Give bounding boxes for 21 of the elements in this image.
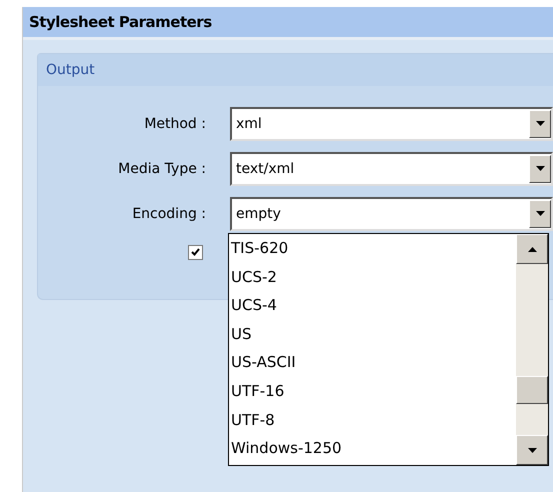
list-item[interactable]: US-ASCII [231, 348, 516, 377]
group-title: Output [46, 62, 95, 78]
list-item[interactable]: UTF-8 [231, 406, 516, 434]
panel-title: Stylesheet Parameters [23, 7, 553, 37]
scrollbar-thumb[interactable] [516, 376, 548, 404]
scroll-down-icon[interactable] [516, 435, 548, 465]
dropdown-field[interactable]: text/xml [230, 152, 553, 186]
list-item[interactable]: UCS-4 [231, 291, 516, 320]
checkbox[interactable] [188, 245, 203, 260]
field-label: Method : [143, 116, 207, 132]
list-item[interactable]: TIS-620 [231, 234, 516, 263]
check-icon [191, 248, 200, 257]
scroll-up-icon[interactable] [516, 234, 548, 264]
dropdown-field[interactable]: xml [230, 106, 553, 140]
dropdown-field[interactable]: empty [230, 196, 553, 230]
list-item[interactable]: Windows-1250 [231, 434, 516, 463]
field-label: Media Type : [117, 160, 207, 176]
list-item[interactable]: US [231, 320, 516, 348]
field-label: Encoding : [131, 206, 207, 222]
list-item[interactable]: UCS-2 [231, 262, 516, 292]
list-item[interactable]: UTF-16 [231, 376, 516, 406]
